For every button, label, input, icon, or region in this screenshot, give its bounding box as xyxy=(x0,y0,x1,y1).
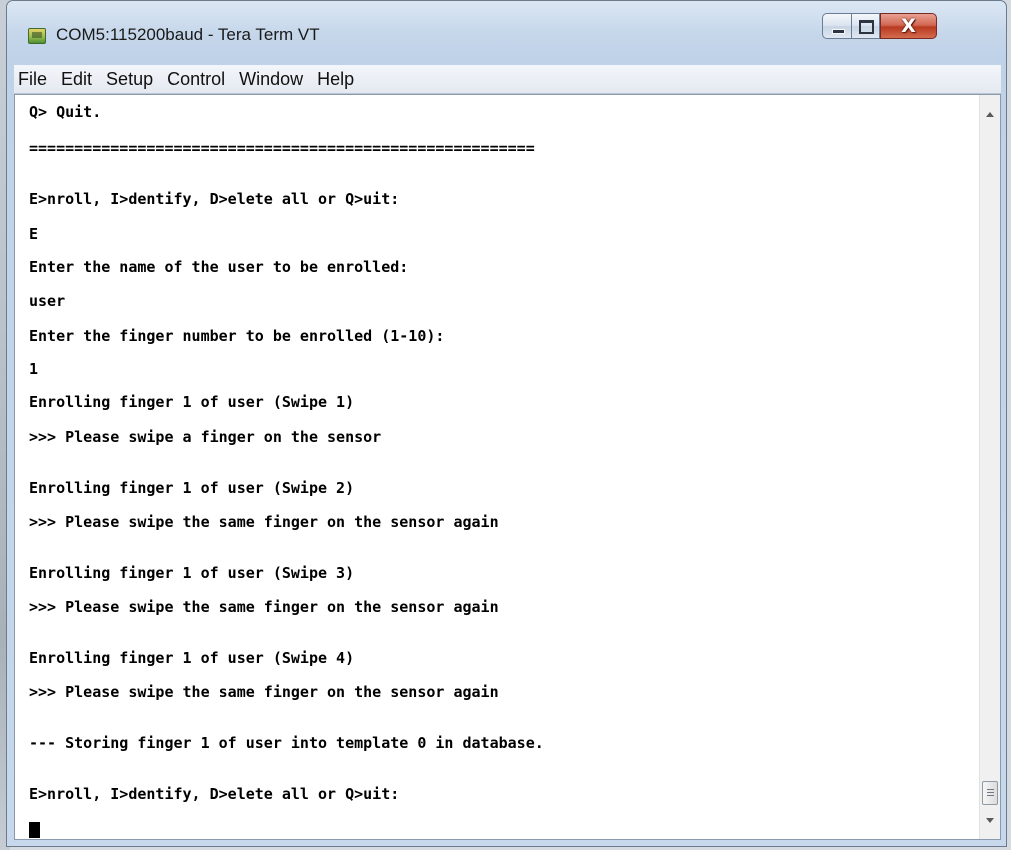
terminal-line: Enter the finger number to be enrolled (… xyxy=(29,327,445,345)
terminal-line: E xyxy=(29,225,39,243)
terminal-cursor xyxy=(29,822,40,838)
scroll-down-button[interactable] xyxy=(980,811,1000,829)
maximize-icon xyxy=(859,20,874,34)
terminal-line: E>nroll, I>dentify, D>elete all or Q>uit… xyxy=(29,785,400,803)
minimize-button[interactable] xyxy=(822,13,852,39)
terminal-output[interactable]: Q> Quit. ===============================… xyxy=(14,94,1001,840)
menu-edit[interactable]: Edit xyxy=(54,65,99,94)
teraterm-window: COM5:115200baud - Tera Term VT X File Ed… xyxy=(6,0,1007,847)
menu-control[interactable]: Control xyxy=(160,65,232,94)
scroll-up-button[interactable] xyxy=(980,105,1000,123)
terminal-line: Enter the name of the user to be enrolle… xyxy=(29,258,409,276)
vertical-scrollbar[interactable] xyxy=(979,95,1000,839)
terminal-line: 1 xyxy=(29,360,39,378)
grip-line xyxy=(987,789,994,790)
menu-file[interactable]: File xyxy=(14,65,54,94)
grip-line xyxy=(987,795,994,796)
terminal-line: Q> Quit. xyxy=(29,103,102,121)
close-button[interactable]: X xyxy=(880,13,937,39)
menu-bar: File Edit Setup Control Window Help xyxy=(14,65,1001,94)
menu-setup[interactable]: Setup xyxy=(99,65,160,94)
terminal-line: >>> Please swipe a finger on the sensor xyxy=(29,428,382,446)
terminal-line: E>nroll, I>dentify, D>elete all or Q>uit… xyxy=(29,190,400,208)
window-title: COM5:115200baud - Tera Term VT xyxy=(56,25,320,44)
terminal-line: --- Storing finger 1 of user into templa… xyxy=(29,734,544,752)
terminal-line: >>> Please swipe the same finger on the … xyxy=(29,683,499,701)
minimize-icon xyxy=(832,29,845,34)
terminal-line: >>> Please swipe the same finger on the … xyxy=(29,598,499,616)
menu-help[interactable]: Help xyxy=(310,65,361,94)
grip-line xyxy=(987,792,994,793)
terminal-line: Enrolling finger 1 of user (Swipe 4) xyxy=(29,649,355,667)
terminal-line: >>> Please swipe the same finger on the … xyxy=(29,513,499,531)
close-icon: X xyxy=(901,15,916,37)
caption-buttons: X xyxy=(822,13,937,39)
teraterm-app-icon[interactable] xyxy=(28,28,46,44)
terminal-line: ========================================… xyxy=(29,139,535,157)
chevron-down-icon xyxy=(986,817,994,823)
terminal-line: user xyxy=(29,292,66,310)
scroll-thumb[interactable] xyxy=(982,781,998,805)
terminal-line: Enrolling finger 1 of user (Swipe 3) xyxy=(29,564,355,582)
menu-window[interactable]: Window xyxy=(232,65,310,94)
terminal-line: Enrolling finger 1 of user (Swipe 2) xyxy=(29,479,355,497)
chevron-up-icon xyxy=(986,111,994,117)
maximize-button[interactable] xyxy=(852,13,880,39)
title-bar[interactable]: COM5:115200baud - Tera Term VT X xyxy=(7,1,1006,64)
terminal-line: Enrolling finger 1 of user (Swipe 1) xyxy=(29,393,355,411)
